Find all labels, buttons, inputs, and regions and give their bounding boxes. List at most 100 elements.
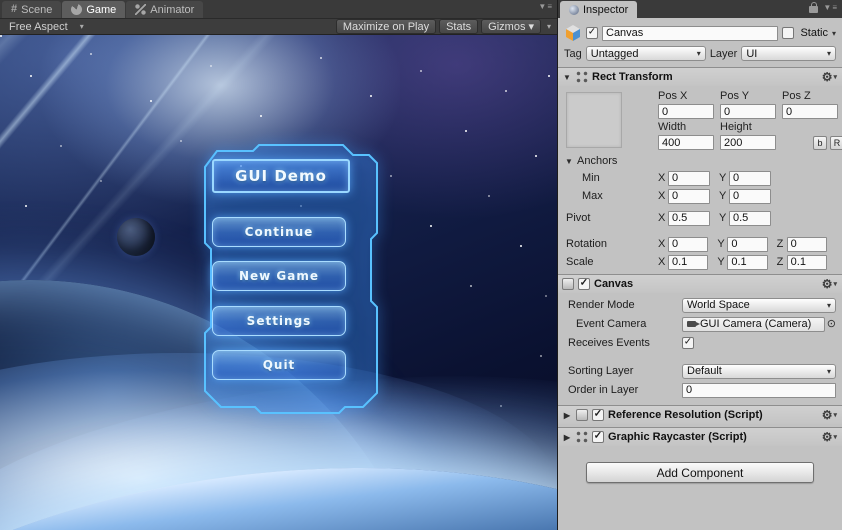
graphic-raycaster-header[interactable]: ▶ ✓ Graphic Raycaster (Script) ⚙ ▾ — [558, 427, 842, 446]
lock-icon[interactable] — [809, 2, 819, 13]
context-menu-icon[interactable]: ▾ — [833, 73, 837, 81]
maximize-on-play-button[interactable]: Maximize on Play — [335, 19, 437, 34]
blueprint-mode-button[interactable]: b — [813, 135, 827, 150]
game-tabstrip: # Scene Game Animator ▼≡ — [0, 0, 557, 18]
pos-x-field[interactable] — [658, 104, 714, 119]
pos-z-field[interactable] — [782, 104, 838, 119]
foldout-open-icon[interactable]: ▼ — [564, 157, 574, 166]
render-mode-dropdown[interactable]: World Space ▾ — [682, 297, 836, 313]
canvas-component-header[interactable]: ✓ Canvas ⚙ ▾ — [558, 274, 842, 293]
context-menu-icon[interactable]: ▾ — [833, 411, 837, 419]
pos-x-header: Pos X — [658, 90, 688, 102]
toolbar-overflow-icon[interactable]: ▾ — [544, 22, 554, 31]
raw-edit-mode-button[interactable]: R — [830, 135, 842, 150]
tab-scene-label: Scene — [21, 3, 53, 16]
context-menu-icon[interactable]: ▾ — [833, 280, 837, 288]
tab-animator[interactable]: Animator — [126, 1, 204, 18]
foldout-open-icon[interactable]: ▼ — [562, 73, 572, 82]
rect-transform-header[interactable]: ▼ Rect Transform ⚙ ▾ — [558, 67, 842, 86]
check-icon: ✓ — [683, 336, 693, 348]
pane-menu-icon[interactable]: ▼≡ — [538, 2, 553, 11]
pivot-row: Pivot X Y — [558, 209, 842, 227]
gear-icon[interactable]: ⚙ — [822, 71, 833, 83]
tab-inspector[interactable]: Inspector — [560, 1, 638, 18]
y-axis-label: Y — [719, 190, 727, 202]
aspect-dropdown[interactable]: Free Aspect ▾ — [3, 19, 90, 34]
new-game-button[interactable]: New Game — [212, 261, 346, 291]
game-pane: # Scene Game Animator ▼≡ Free Aspect ▾ M… — [0, 0, 557, 530]
width-field[interactable] — [658, 135, 714, 150]
reference-resolution-header[interactable]: ▶ ✓ Reference Resolution (Script) ⚙ ▾ — [558, 405, 842, 424]
quit-button[interactable]: Quit — [212, 350, 346, 380]
stats-button[interactable]: Stats — [439, 19, 479, 34]
max-y-field[interactable] — [729, 188, 771, 204]
context-menu-icon[interactable]: ▾ — [833, 433, 837, 441]
canvas-component-title: Canvas — [594, 278, 634, 290]
min-x-field[interactable] — [668, 170, 710, 186]
check-icon: ✓ — [593, 408, 603, 420]
small-moon — [117, 218, 155, 256]
inspector-tabstrip: Inspector ▼≡ — [558, 0, 842, 18]
reference-resolution-checkbox[interactable]: ✓ — [592, 409, 604, 421]
gizmos-button[interactable]: Gizmos ▾ — [481, 19, 541, 34]
foldout-closed-icon[interactable]: ▶ — [562, 411, 572, 420]
rotation-y-field[interactable] — [727, 236, 768, 252]
pivot-x-field[interactable] — [668, 210, 710, 226]
gameobject-cube-icon — [566, 25, 580, 41]
order-in-layer-field[interactable] — [682, 382, 836, 398]
foldout-closed-icon[interactable]: ▶ — [562, 433, 572, 442]
event-camera-value: GUI Camera (Camera) — [700, 318, 812, 330]
tab-animator-label: Animator — [150, 3, 195, 16]
anchors-max-row: Max X Y — [558, 187, 842, 205]
scale-y-field[interactable] — [727, 254, 768, 270]
receives-events-checkbox[interactable]: ✓ — [682, 337, 694, 349]
tab-game[interactable]: Game — [62, 1, 126, 18]
scale-z-field[interactable] — [786, 254, 827, 270]
check-icon: ✓ — [593, 430, 603, 442]
tag-dropdown[interactable]: Untagged ▾ — [585, 46, 706, 61]
check-icon: ✓ — [587, 26, 597, 38]
receives-events-row: Receives Events ✓ — [558, 334, 842, 352]
scale-label: Scale — [566, 256, 594, 268]
game-viewport[interactable]: GUI Demo Continue New Game Settings Quit — [0, 35, 557, 530]
height-field[interactable] — [720, 135, 776, 150]
chevron-down-icon: ▾ — [696, 49, 701, 58]
event-camera-object-field[interactable]: GUI Camera (Camera) — [682, 316, 825, 332]
name-field[interactable] — [602, 25, 779, 41]
sorting-layer-dropdown[interactable]: Default ▾ — [682, 363, 836, 379]
anchors-min-row: Min X Y — [558, 169, 842, 187]
gear-icon[interactable]: ⚙ — [822, 278, 833, 290]
tab-scene[interactable]: # Scene — [2, 1, 62, 18]
rect-transform-icon — [576, 71, 588, 83]
gear-icon[interactable]: ⚙ — [822, 431, 833, 443]
pivot-y-field[interactable] — [729, 210, 771, 226]
max-label: Max — [582, 190, 603, 202]
static-checkbox[interactable] — [782, 27, 795, 39]
menu-title: GUI Demo — [212, 159, 350, 193]
static-dropdown-icon[interactable]: ▾ — [832, 29, 836, 38]
rotation-x-field[interactable] — [668, 236, 709, 252]
game-icon — [71, 4, 83, 15]
anchors-foldout[interactable]: ▼ Anchors — [558, 152, 842, 169]
settings-button[interactable]: Settings — [212, 306, 346, 336]
continue-button[interactable]: Continue — [212, 217, 346, 247]
rect-anchor-preview[interactable] — [566, 92, 622, 148]
rotation-z-field[interactable] — [786, 236, 827, 252]
canvas-enabled-checkbox[interactable]: ✓ — [578, 278, 590, 290]
active-checkbox[interactable]: ✓ — [586, 27, 598, 39]
gizmos-label: Gizmos — [488, 20, 526, 33]
gear-icon[interactable]: ⚙ — [822, 409, 833, 421]
graphic-raycaster-checkbox[interactable]: ✓ — [592, 431, 604, 443]
add-component-button[interactable]: Add Component — [586, 462, 814, 483]
max-x-field[interactable] — [668, 188, 710, 204]
min-y-field[interactable] — [729, 170, 771, 186]
chevron-down-icon: ▾ — [528, 21, 534, 33]
pane-menu-icon[interactable]: ▼≡ — [823, 3, 838, 12]
y-axis-label: Y — [719, 212, 727, 224]
min-label: Min — [582, 172, 600, 184]
layer-dropdown[interactable]: UI ▾ — [741, 46, 836, 61]
scale-x-field[interactable] — [668, 254, 709, 270]
pos-y-field[interactable] — [720, 104, 776, 119]
chevron-down-icon: ▾ — [826, 49, 831, 58]
object-picker-icon[interactable]: ⊙ — [827, 318, 836, 330]
